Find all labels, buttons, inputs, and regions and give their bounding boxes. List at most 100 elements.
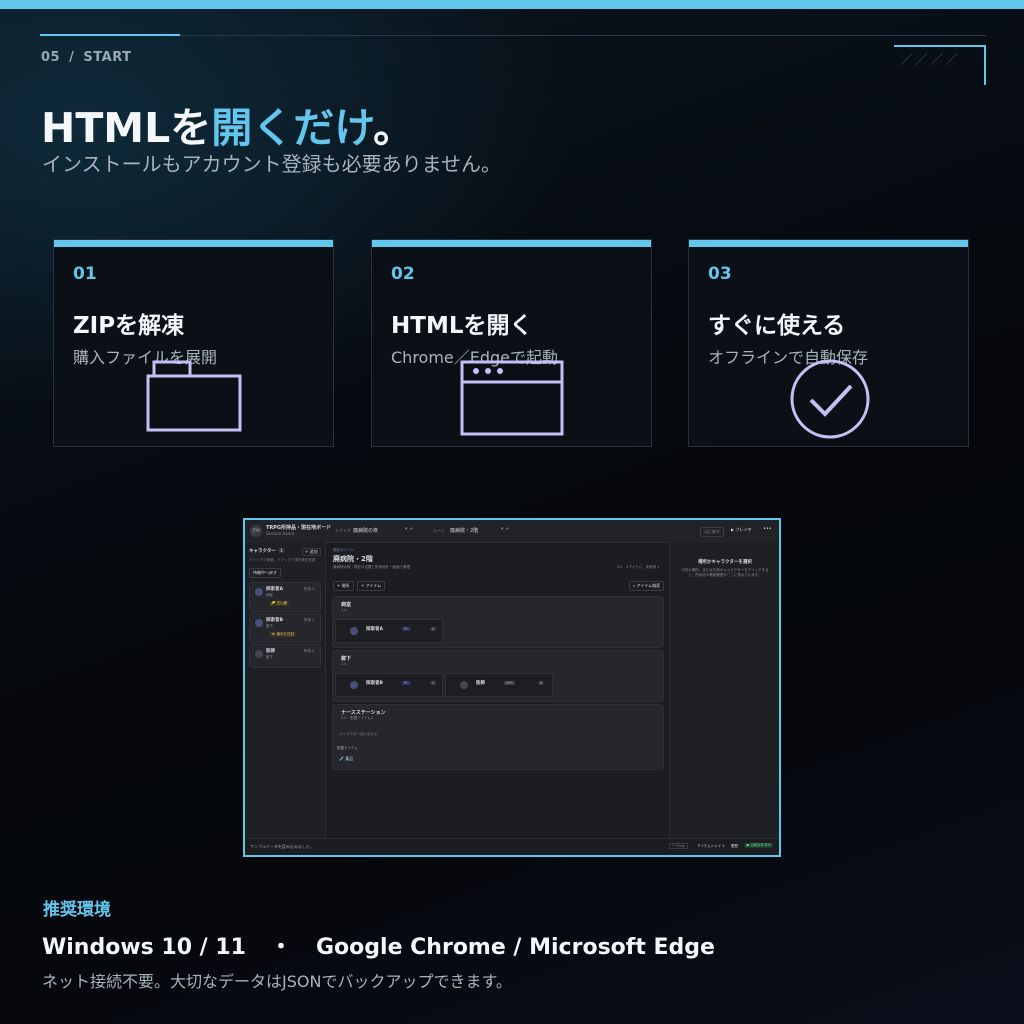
section-name: START — [83, 50, 132, 65]
recommended-note: ネット接続不要。大切なデータはJSONでバックアップできます。 — [42, 972, 512, 991]
return-to-waiting-button[interactable]: 待機中へ戻す — [249, 568, 281, 578]
scene-label: シーン — [433, 528, 445, 533]
detail-panel-title: 場所かキャラクターを選択 — [698, 560, 752, 565]
placed-item-chip[interactable]: 🧪 薬品 — [339, 756, 353, 762]
scenario-label: シナリオ — [335, 528, 351, 533]
member-item-count: 0 — [538, 681, 545, 685]
section-breadcrumb: 05 / START — [41, 50, 131, 65]
corner-slashes: ／／／／ — [900, 53, 961, 68]
scenario-select[interactable]: 廃病院の夜 — [353, 527, 378, 534]
character-name: 探索者B — [266, 618, 283, 623]
item-tray-button[interactable]: アイテムトレイ 2 — [697, 844, 725, 849]
scene-select[interactable]: 廃病院・2階 — [450, 527, 478, 534]
check-circle-icon — [790, 359, 870, 439]
section-separator: / — [69, 50, 75, 65]
browser-window-icon — [460, 360, 564, 436]
app-title: TRPG所持品・現在地ボード — [266, 525, 332, 531]
item-count: 所持 0 — [304, 649, 315, 653]
avatar — [350, 681, 358, 689]
play-button[interactable]: ▶ プレイ中 — [731, 527, 751, 533]
character-sidebar: キャラクター 3 + 追加 クリックで詳細、ドラッグで現在地を変更 待機中へ戻す… — [245, 542, 326, 838]
corner-bracket-decoration: ／／／／ — [894, 45, 986, 85]
member-item-count: 1 — [430, 681, 437, 685]
recommended-env-label: 推奨環境 — [43, 900, 111, 920]
place-card-nurse-station[interactable]: ナースステーション 0人・配置アイテム1 キャラクターはいません 配置アイテム … — [332, 704, 664, 770]
item-chip[interactable]: 🔑 古い鍵 — [269, 601, 289, 606]
history-button[interactable]: 履歴 — [731, 844, 738, 849]
recommended-env: Windows 10 / 11 ・ Google Chrome / Microsof… — [42, 929, 715, 961]
place-name: 病室 — [341, 602, 352, 608]
sidebar-title: キャラクター — [249, 549, 276, 554]
place-sub: 2人 — [341, 662, 347, 666]
recommended-separator: ・ — [269, 935, 292, 960]
place-sub: 0人・配置アイテム1 — [341, 716, 374, 720]
scene-stats: 3人 4アイテム 未使用 1 — [617, 565, 660, 569]
app-topbar: ITM TRPG所持品・現在地ボード Session board シナリオ 廃病… — [245, 520, 779, 543]
scene-eyebrow: 現在のシーン — [333, 548, 354, 552]
avatar — [255, 619, 263, 627]
sidebar-hint: クリックで詳細、ドラッグで現在地を変更 — [249, 558, 316, 562]
empty-place-text: キャラクターはいません — [339, 732, 378, 736]
step-title: すぐに使える — [708, 313, 846, 339]
add-character-button[interactable]: + 追加 — [302, 548, 321, 556]
character-card[interactable]: 探索者A 病室 所持 2 🔑 古い鍵 — [249, 582, 321, 612]
member-card[interactable]: 探索者B PC 1 — [335, 673, 443, 697]
member-name: 探索者A — [366, 627, 383, 632]
folder-icon — [146, 360, 242, 432]
member-card[interactable]: 探索者A PC 2 — [335, 619, 443, 643]
detail-panel-body: 中央の場所、または左側のキャラクターをクリックすると、所持品や移動履歴がここに表… — [681, 568, 769, 577]
undo-top-button[interactable]: 元に戻す — [700, 527, 724, 537]
avatar — [255, 588, 263, 596]
place-card-room[interactable]: 病室 1人 探索者A PC 2 — [332, 596, 664, 648]
status-bar: サンプルデータを読み込みました。 ↶ Undo アイテムトレイ 2 履歴 ● 自… — [245, 838, 779, 855]
header-divider-accent — [40, 34, 180, 36]
scene-chevron-icon[interactable]: ▾ + — [501, 526, 509, 532]
section-number: 05 — [41, 50, 61, 65]
avatar — [460, 681, 468, 689]
step-card-open-html: 02 HTMLを開く Chrome／Edgeで起動 — [371, 239, 652, 447]
title-accent: 開くだけ — [211, 104, 374, 152]
character-card[interactable]: 探索者B 廊下 所持 1 📼 壊れた日記 — [249, 613, 321, 643]
add-place-button[interactable]: + 場所 — [333, 581, 354, 591]
undo-button[interactable]: ↶ Undo — [669, 843, 689, 849]
placed-items-label: 配置アイテム — [337, 746, 358, 750]
character-card[interactable]: 医師 廊下 所持 0 — [249, 644, 321, 668]
item-count: 所持 2 — [304, 587, 315, 591]
more-menu-icon[interactable]: ••• — [763, 526, 772, 532]
recommended-os: Windows 10 / 11 — [42, 935, 246, 960]
place-card-corridor[interactable]: 廊下 2人 探索者B PC 1 医師 NPC 0 — [332, 650, 664, 702]
member-badge: PC — [402, 681, 411, 685]
step-title: ZIPを解凍 — [73, 313, 185, 339]
step-title: HTMLを開く — [391, 313, 533, 339]
member-item-count: 2 — [430, 627, 437, 631]
page-title: HTMLを開くだけ。 — [41, 94, 414, 154]
recommended-browsers: Google Chrome / Microsoft Edge — [316, 935, 715, 960]
character-location: 病室 — [266, 593, 273, 597]
character-count-badge: 3 — [278, 548, 285, 553]
step-number: 01 — [73, 264, 97, 284]
detail-panel: 場所かキャラクターを選択 中央の場所、または左側のキャラクターをクリックすると、… — [669, 542, 779, 838]
scene-title: 廃病院・2階 — [333, 555, 373, 563]
place-sub: 1人 — [341, 608, 347, 612]
top-accent-bar — [0, 0, 1024, 9]
scene-description: 廃病院の夜｜現在の位置と所持品を一画面で管理 — [333, 565, 410, 569]
item-count: 所持 1 — [304, 618, 315, 622]
step-number: 02 — [391, 264, 415, 284]
member-name: 探索者B — [366, 681, 383, 686]
app-screenshot: ITM TRPG所持品・現在地ボード Session board シナリオ 廃病… — [243, 518, 781, 857]
item-chip[interactable]: 📼 壊れた日記 — [269, 632, 296, 637]
status-message: サンプルデータを読み込みました。 — [250, 844, 314, 849]
scenario-chevron-icon[interactable]: ▾ + — [405, 526, 413, 532]
item-search-button[interactable]: ⌕ アイテム検索 — [629, 581, 665, 591]
title-suffix: 。 — [373, 104, 415, 152]
avatar — [350, 627, 358, 635]
header-divider — [40, 35, 986, 36]
app-logo: ITM — [250, 525, 262, 537]
place-name: 廊下 — [341, 656, 352, 662]
add-item-button[interactable]: + アイテム — [357, 581, 386, 591]
member-card[interactable]: 医師 NPC 0 — [445, 673, 553, 697]
member-name: 医師 — [476, 681, 485, 686]
character-location: 廊下 — [266, 624, 273, 628]
place-name: ナースステーション — [341, 710, 386, 716]
member-badge: PC — [402, 627, 411, 631]
